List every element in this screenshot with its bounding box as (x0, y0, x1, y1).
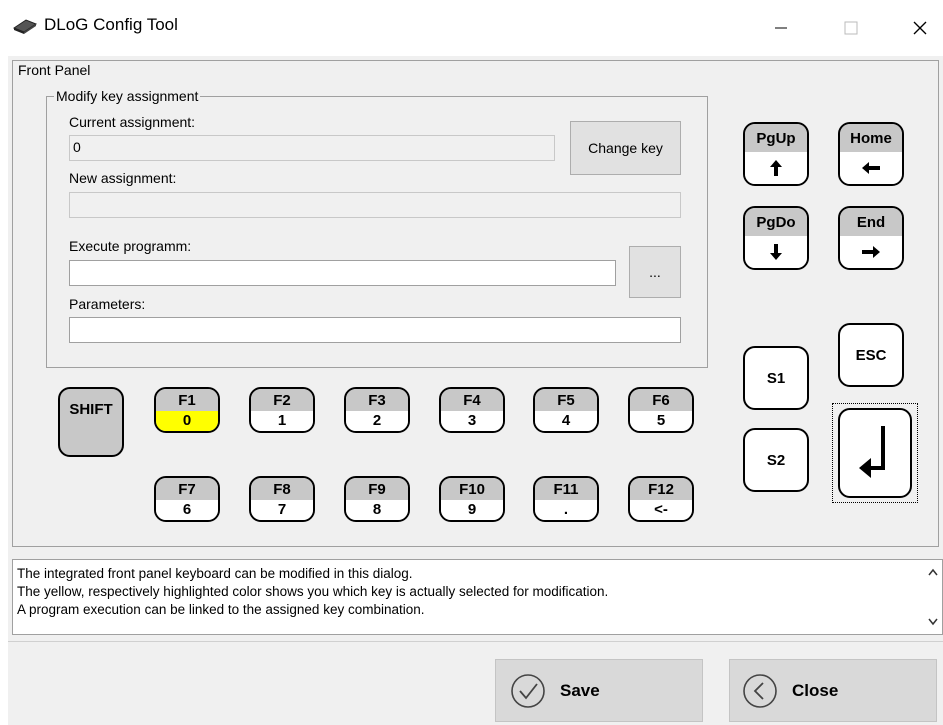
key-top-label: F9 (346, 478, 408, 500)
key-top-label: F1 (156, 389, 218, 411)
parameters-label: Parameters: (69, 296, 146, 312)
key-f2[interactable]: F2 1 (249, 387, 315, 433)
key-f12[interactable]: F12 <- (628, 476, 694, 522)
key-f7[interactable]: F7 6 (154, 476, 220, 522)
key-top-label: F3 (346, 389, 408, 411)
arrow-up-icon (770, 160, 782, 176)
key-bottom-label: 5 (630, 411, 692, 431)
key-f9[interactable]: F9 8 (344, 476, 410, 522)
key-top-label: F5 (535, 389, 597, 411)
shift-key[interactable]: SHIFT (58, 387, 124, 457)
footer-divider (8, 641, 943, 642)
parameters-input[interactable] (69, 317, 681, 343)
key-s2[interactable]: S2 (743, 428, 809, 492)
key-f3[interactable]: F3 2 (344, 387, 410, 433)
key-bottom-label: 0 (156, 411, 218, 431)
arrow-down-icon (770, 244, 782, 260)
modify-key-label: Modify key assignment (54, 88, 201, 104)
key-top-label: F2 (251, 389, 313, 411)
key-top-label: F12 (630, 478, 692, 500)
info-line: A program execution can be linked to the… (17, 602, 425, 617)
key-top-label: F7 (156, 478, 218, 500)
enter-icon (859, 426, 885, 478)
key-f4[interactable]: F4 3 (439, 387, 505, 433)
key-f5[interactable]: F5 4 (533, 387, 599, 433)
key-top-label: F10 (441, 478, 503, 500)
arrow-left-icon (862, 162, 880, 174)
key-f8[interactable]: F8 7 (249, 476, 315, 522)
key-f1[interactable]: F1 0 (154, 387, 220, 433)
maximize-icon (844, 21, 858, 35)
title-bar: DLoG Config Tool (0, 0, 943, 56)
execute-program-input[interactable] (69, 260, 616, 286)
key-top-label: Home (840, 124, 902, 152)
close-icon (913, 21, 927, 35)
key-top-label: PgDo (745, 208, 807, 236)
checkmark-circle-icon (511, 673, 545, 708)
key-enter[interactable] (838, 408, 912, 498)
key-bottom-label: 7 (251, 500, 313, 520)
key-f10[interactable]: F10 9 (439, 476, 505, 522)
key-f6[interactable]: F6 5 (628, 387, 694, 433)
close-window-button[interactable] (897, 8, 943, 48)
key-bottom-label: 6 (156, 500, 218, 520)
key-top-label: PgUp (745, 124, 807, 152)
key-esc[interactable]: ESC (838, 323, 904, 387)
current-assignment-label: Current assignment: (69, 114, 196, 130)
scroll-up-icon[interactable] (928, 568, 938, 576)
key-bottom-label: 1 (251, 411, 313, 431)
info-line: The yellow, respectively highlighted col… (17, 584, 609, 599)
close-label: Close (792, 680, 839, 700)
key-top-label: F4 (441, 389, 503, 411)
front-panel-label: Front Panel (16, 62, 93, 78)
key-top-label: F6 (630, 389, 692, 411)
window-title: DLoG Config Tool (44, 15, 178, 34)
info-line: The integrated front panel keyboard can … (17, 566, 413, 581)
key-bottom-label: <- (630, 500, 692, 520)
execute-program-label: Execute programm: (69, 238, 192, 254)
key-top-label: F8 (251, 478, 313, 500)
key-top-label: F11 (535, 478, 597, 500)
info-scrollbar[interactable] (924, 560, 942, 634)
save-label: Save (560, 680, 600, 700)
minimize-icon (775, 27, 787, 29)
save-button[interactable]: Save (495, 659, 703, 722)
new-assignment-field (69, 192, 681, 218)
close-button[interactable]: Close (729, 659, 937, 722)
key-home[interactable]: Home (838, 122, 904, 186)
change-key-button[interactable]: Change key (570, 121, 681, 175)
key-bottom-label: 8 (346, 500, 408, 520)
info-textbox[interactable]: The integrated front panel keyboard can … (12, 559, 943, 635)
key-s1[interactable]: S1 (743, 346, 809, 410)
minimize-button[interactable] (758, 8, 804, 48)
key-bottom-label: 4 (535, 411, 597, 431)
new-assignment-label: New assignment: (69, 170, 177, 186)
keyboard-icon (12, 19, 38, 34)
key-bottom-label: 9 (441, 500, 503, 520)
scroll-down-icon[interactable] (928, 618, 938, 626)
key-bottom-label: 3 (441, 411, 503, 431)
key-bottom-label: 2 (346, 411, 408, 431)
key-end[interactable]: End (838, 206, 904, 270)
back-circle-icon (743, 673, 777, 708)
current-assignment-field: 0 (69, 135, 555, 161)
browse-button[interactable]: ... (629, 246, 681, 298)
key-bottom-label: . (535, 500, 597, 520)
key-top-label: End (840, 208, 902, 236)
maximize-button[interactable] (828, 8, 874, 48)
key-pgdo[interactable]: PgDo (743, 206, 809, 270)
key-f11[interactable]: F11 . (533, 476, 599, 522)
key-pgup[interactable]: PgUp (743, 122, 809, 186)
arrow-right-icon (862, 246, 880, 258)
